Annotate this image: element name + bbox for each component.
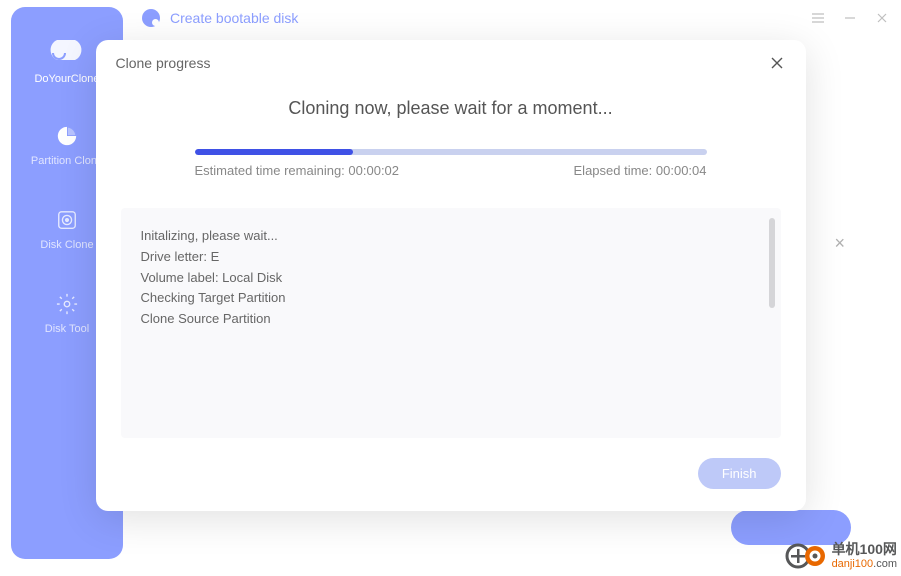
watermark: 单机100网 danji100.com xyxy=(785,541,897,571)
log-line: Volume label: Local Disk xyxy=(141,268,761,289)
modal-close-button[interactable] xyxy=(768,54,786,72)
log-line: Drive letter: E xyxy=(141,247,761,268)
modal-header: Clone progress xyxy=(96,40,806,78)
progress-fill xyxy=(195,149,354,155)
watermark-url: danji100.com xyxy=(832,558,897,570)
estimated-time: Estimated time remaining: 00:00:02 xyxy=(195,163,400,178)
modal-overlay: Clone progress Cloning now, please wait … xyxy=(0,0,901,575)
time-row: Estimated time remaining: 00:00:02 Elaps… xyxy=(195,163,707,178)
log-box: Initalizing, please wait... Drive letter… xyxy=(121,208,781,438)
finish-button[interactable]: Finish xyxy=(698,458,781,489)
progress-bar xyxy=(195,149,707,155)
status-text: Cloning now, please wait for a moment... xyxy=(171,98,731,119)
log-line: Clone Source Partition xyxy=(141,309,761,330)
elapsed-time: Elapsed time: 00:00:04 xyxy=(574,163,707,178)
clone-progress-modal: Clone progress Cloning now, please wait … xyxy=(96,40,806,511)
watermark-cn: 单机100网 xyxy=(832,542,897,557)
modal-title: Clone progress xyxy=(116,55,211,71)
log-line: Checking Target Partition xyxy=(141,288,761,309)
watermark-icon xyxy=(785,541,827,571)
scrollbar[interactable] xyxy=(769,218,775,308)
log-line: Initalizing, please wait... xyxy=(141,226,761,247)
